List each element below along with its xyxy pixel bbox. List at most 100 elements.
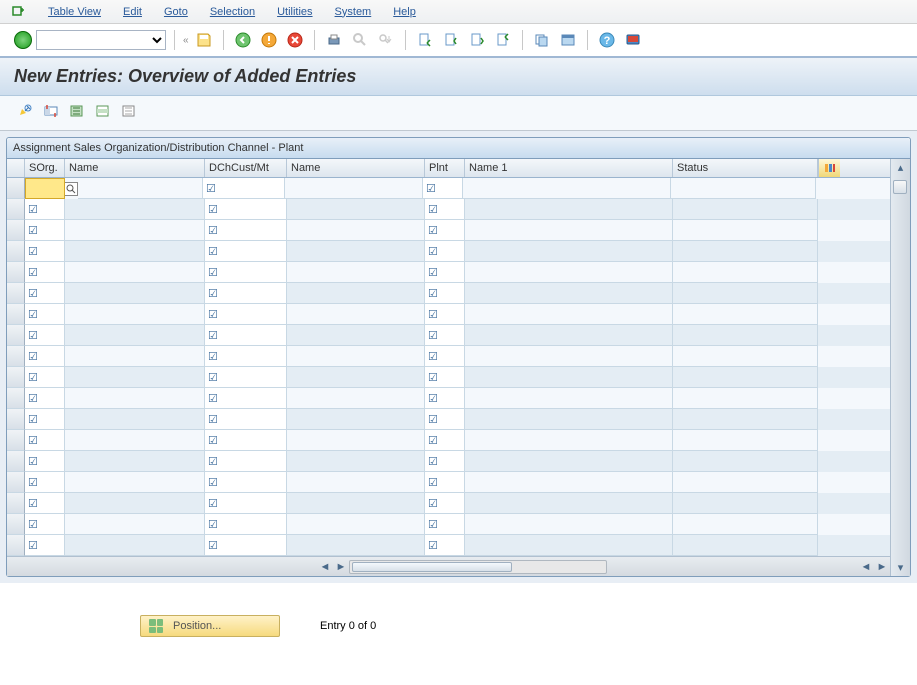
row-selector[interactable] [7,367,25,388]
horizontal-scrollbar[interactable]: ◄ ► ◄ ► [7,556,890,576]
cell-plnt[interactable]: ☑ [425,514,465,535]
cell-sorg[interactable]: ☑ [25,472,65,493]
cell-plnt[interactable]: ☑ [425,409,465,430]
back-icon[interactable] [232,29,254,51]
scroll-left-icon[interactable]: ◄ [317,561,333,573]
menu-system[interactable]: System [335,6,372,18]
row-selector[interactable] [7,325,25,346]
cell-dch[interactable]: ☑ [203,178,285,199]
cell-sorg[interactable]: ☑ [25,493,65,514]
find-icon[interactable] [349,29,371,51]
cell-plnt[interactable]: ☑ [425,283,465,304]
row-selector[interactable] [7,262,25,283]
cell-plnt[interactable]: ☑ [425,367,465,388]
delimit-icon[interactable] [40,100,62,122]
cell-dch[interactable]: ☑ [205,514,287,535]
scroll-left2-icon[interactable]: ◄ [858,561,874,573]
cell-sorg[interactable] [25,178,65,199]
cell-plnt[interactable]: ☑ [425,430,465,451]
menu-utilities[interactable]: Utilities [277,6,312,18]
col-selector[interactable] [7,159,25,177]
print-icon[interactable] [323,29,345,51]
col-name1[interactable]: Name 1 [465,159,673,177]
row-selector[interactable] [7,346,25,367]
new-session-icon[interactable] [531,29,553,51]
find-next-icon[interactable] [375,29,397,51]
select-all-icon[interactable] [66,100,88,122]
cell-dch[interactable]: ☑ [205,241,287,262]
cell-plnt[interactable]: ☑ [425,472,465,493]
help-icon[interactable]: ? [596,29,618,51]
row-selector[interactable] [7,283,25,304]
cell-sorg[interactable]: ☑ [25,262,65,283]
row-selector[interactable] [7,304,25,325]
okcode-input[interactable] [36,30,166,50]
cell-sorg[interactable]: ☑ [25,241,65,262]
generate-shortcut-icon[interactable] [557,29,579,51]
cell-dch[interactable]: ☑ [205,367,287,388]
cell-plnt[interactable]: ☑ [425,451,465,472]
col-name2[interactable]: Name [287,159,425,177]
cell-sorg[interactable]: ☑ [25,535,65,556]
cell-sorg[interactable]: ☑ [25,220,65,241]
col-status[interactable]: Status [673,159,818,177]
row-selector[interactable] [7,409,25,430]
modify-icon[interactable] [10,4,26,20]
menu-goto[interactable]: Goto [164,6,188,18]
scroll-right2-icon[interactable]: ► [874,561,890,573]
cell-sorg[interactable]: ☑ [25,199,65,220]
position-button[interactable]: Position... [140,615,280,637]
cell-plnt[interactable]: ☑ [425,493,465,514]
col-sorg[interactable]: SOrg. [25,159,65,177]
customize-layout-icon[interactable] [622,29,644,51]
cell-sorg[interactable]: ☑ [25,304,65,325]
scroll-down-icon[interactable]: ▾ [891,559,910,576]
cell-sorg[interactable]: ☑ [25,283,65,304]
cell-plnt[interactable]: ☑ [425,241,465,262]
scroll-up-icon[interactable]: ▴ [891,159,910,176]
row-selector[interactable] [7,178,25,199]
cell-plnt[interactable]: ☑ [425,220,465,241]
next-page-icon[interactable] [466,29,488,51]
cell-plnt[interactable]: ☑ [425,325,465,346]
deselect-all-icon[interactable] [118,100,140,122]
enter-icon[interactable] [14,31,32,49]
last-page-icon[interactable] [492,29,514,51]
col-plnt[interactable]: Plnt [425,159,465,177]
prev-page-icon[interactable] [440,29,462,51]
display-change-icon[interactable] [14,100,36,122]
menu-help[interactable]: Help [393,6,416,18]
exit-icon[interactable] [258,29,280,51]
cell-dch[interactable]: ☑ [205,388,287,409]
row-selector[interactable] [7,472,25,493]
cell-dch[interactable]: ☑ [205,535,287,556]
row-selector[interactable] [7,493,25,514]
cell-plnt[interactable]: ☑ [425,346,465,367]
row-selector[interactable] [7,199,25,220]
row-selector[interactable] [7,535,25,556]
cell-dch[interactable]: ☑ [205,472,287,493]
configure-columns-icon[interactable] [818,159,840,177]
cell-plnt[interactable]: ☑ [425,304,465,325]
cell-sorg[interactable]: ☑ [25,388,65,409]
row-selector[interactable] [7,220,25,241]
cell-dch[interactable]: ☑ [205,346,287,367]
menu-table-view[interactable]: Table View [48,6,101,18]
menu-edit[interactable]: Edit [123,6,142,18]
col-dch[interactable]: DChCust/Mt [205,159,287,177]
cell-plnt[interactable]: ☑ [423,178,463,199]
cell-plnt[interactable]: ☑ [425,535,465,556]
cell-sorg[interactable]: ☑ [25,514,65,535]
cell-dch[interactable]: ☑ [205,199,287,220]
select-block-icon[interactable] [92,100,114,122]
cancel-icon[interactable] [284,29,306,51]
first-page-icon[interactable] [414,29,436,51]
row-selector[interactable] [7,430,25,451]
cell-sorg[interactable]: ☑ [25,325,65,346]
cell-plnt[interactable]: ☑ [425,262,465,283]
cell-dch[interactable]: ☑ [205,283,287,304]
cell-plnt[interactable]: ☑ [425,199,465,220]
cell-sorg[interactable]: ☑ [25,367,65,388]
col-name[interactable]: Name [65,159,205,177]
cell-dch[interactable]: ☑ [205,304,287,325]
